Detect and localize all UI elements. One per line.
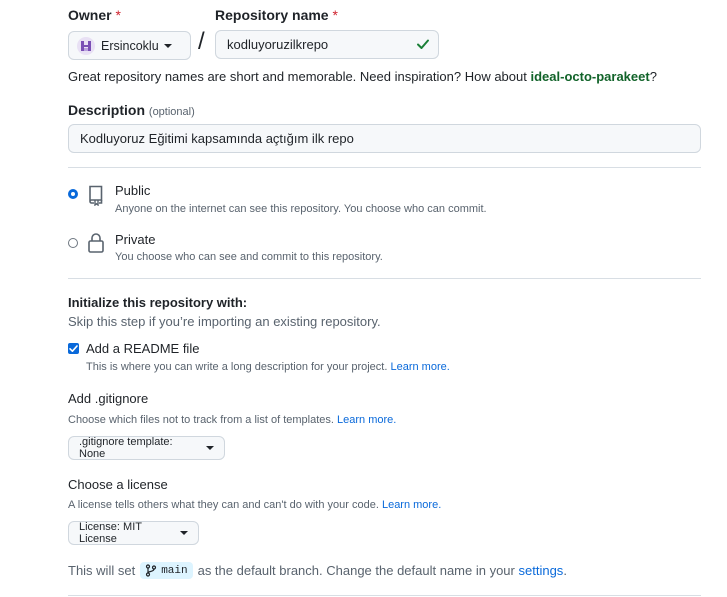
license-heading: Choose a license [68,477,168,492]
divider [68,167,701,168]
lock-icon [88,233,104,253]
public-radio[interactable] [68,189,78,199]
suggestion-link[interactable]: ideal-octo-parakeet [530,69,649,84]
owner-repo-separator: / [198,28,205,55]
repo-name-label: Repository name * [215,7,338,23]
branch-badge: main [140,562,193,579]
optional-tag: (optional) [148,106,195,118]
private-description: You choose who can see and commit to thi… [115,251,383,263]
divider [68,278,701,279]
license-button[interactable]: License: MIT License [68,521,199,545]
private-radio[interactable] [68,238,78,248]
public-title: Public [115,183,151,198]
check-icon [417,39,429,49]
chevron-down-icon [180,531,188,535]
gitignore-heading: Add .gitignore [68,391,149,406]
private-title: Private [115,232,156,247]
owner-avatar [77,36,95,55]
license-learn-more-link[interactable]: Learn more. [382,499,441,511]
readme-label[interactable]: Add a README file [86,341,199,356]
description-label: Description (optional) [68,102,195,118]
repo-name-hint: Great repository names are short and mem… [68,69,657,84]
gitignore-description: Choose which files not to track from a l… [68,414,397,426]
readme-learn-more-link[interactable]: Learn more. [390,361,449,373]
owner-value: Ersincoklu [101,38,159,53]
gitignore-learn-more-link[interactable]: Learn more. [337,414,396,426]
chevron-down-icon [206,446,214,450]
repo-name-input[interactable]: kodluyoruzilkrepo [215,30,439,59]
owner-select[interactable]: Ersincoklu [68,31,191,60]
init-heading: Initialize this repository with: [68,295,248,310]
public-description: Anyone on the internet can see this repo… [115,203,487,215]
repo-name-required-mark: * [332,7,338,23]
init-subtext: Skip this step if you’re importing an ex… [68,314,381,329]
license-description: A license tells others what they can and… [68,499,442,511]
repo-icon [89,185,103,206]
readme-checkbox[interactable] [68,343,79,354]
settings-link[interactable]: settings [519,563,564,578]
chevron-down-icon [163,43,172,48]
default-branch-note: This will set main as the default branch… [68,562,567,579]
owner-label: Owner * [68,7,121,23]
readme-description: This is where you can write a long descr… [86,361,450,373]
owner-required-mark: * [115,7,121,23]
gitignore-template-button[interactable]: .gitignore template: None [68,436,225,460]
git-branch-icon [146,564,157,577]
description-input[interactable]: Kodluyoruz Eğitimi kapsamında açtığım il… [68,124,701,153]
checkmark-icon [69,345,78,352]
divider [68,595,701,596]
